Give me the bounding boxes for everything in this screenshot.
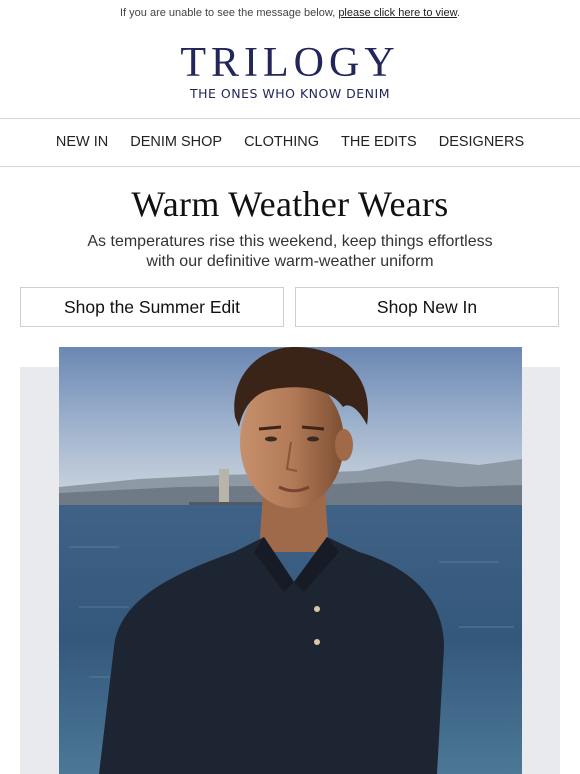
brand-logo[interactable]: TRILOGY	[0, 40, 580, 86]
hero-subline-line-1: As temperatures rise this weekend, keep …	[87, 233, 493, 250]
nav-item-denim-shop[interactable]: DENIM SHOP	[130, 134, 222, 150]
main-nav: NEW IN DENIM SHOP CLOTHING THE EDITS DES…	[0, 118, 580, 166]
hero-subline: As temperatures rise this weekend, keep …	[0, 232, 580, 272]
brand-tagline: THE ONES WHO KNOW DENIM	[189, 86, 391, 101]
nav-item-clothing[interactable]: CLOTHING	[244, 134, 319, 150]
nav-item-designers[interactable]: DESIGNERS	[439, 134, 524, 150]
image-frame-left	[20, 367, 59, 774]
hero-subline-line-2: with our definitive warm-weather uniform	[146, 253, 434, 270]
view-in-browser-link[interactable]: please click here to view	[338, 7, 457, 19]
nav-item-the-edits[interactable]: THE EDITS	[341, 134, 417, 150]
nav-item-new-in[interactable]: NEW IN	[56, 134, 108, 150]
preheader-suffix: .	[456, 7, 460, 19]
model-photo-illustration	[59, 347, 522, 774]
hero-headline: Warm Weather Wears	[131, 184, 449, 224]
hero-photo[interactable]	[59, 347, 522, 774]
preheader-text: If you are unable to see the message bel…	[120, 7, 339, 19]
shop-summer-edit-button[interactable]: Shop the Summer Edit	[20, 287, 284, 327]
image-frame-right	[522, 367, 560, 774]
nav-bottom-divider	[0, 166, 580, 167]
shop-new-in-button[interactable]: Shop New In	[295, 287, 559, 327]
preheader: If you are unable to see the message bel…	[0, 7, 580, 19]
